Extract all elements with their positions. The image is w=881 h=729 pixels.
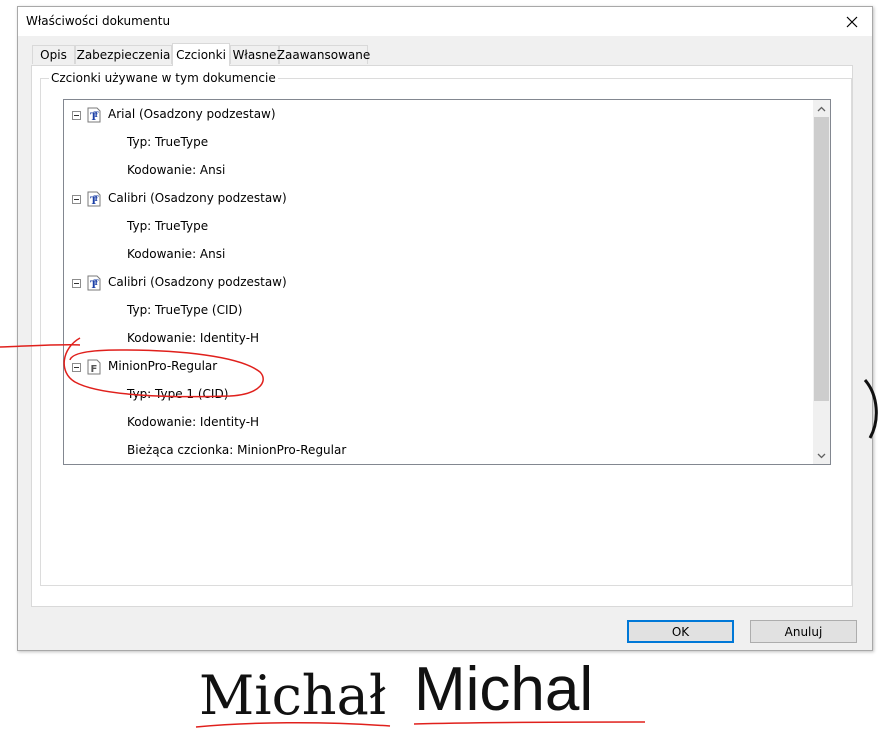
current-font-label: Bieżąca czcionka: MinionPro-Regular (127, 443, 347, 457)
scroll-down-button[interactable] (813, 447, 830, 464)
font-type-label: Typ: TrueType (127, 219, 209, 233)
svg-text:T: T (94, 194, 100, 203)
collapse-toggle[interactable] (72, 111, 81, 120)
font-encoding-label: Kodowanie: Identity-H (127, 415, 260, 429)
font-encoding-label: Kodowanie: Ansi (127, 163, 226, 177)
title-bar: Właściwości dokumentu (18, 7, 872, 36)
serif-sample-text: Michał (199, 664, 387, 727)
truetype-font-icon: T T (87, 107, 101, 123)
svg-text:T: T (94, 278, 100, 287)
cancel-button[interactable]: Anuluj (750, 620, 857, 643)
font-encoding-label: Kodowanie: Identity-H (127, 331, 260, 345)
truetype-font-icon: T T (87, 191, 101, 207)
ok-button[interactable]: OK (627, 620, 734, 643)
font-node-label[interactable]: Calibri (Osadzony podzestaw) (108, 191, 287, 205)
fonts-group-legend: Czcionki używane w tym dokumencie (49, 71, 278, 85)
tab-zaawansowane[interactable]: Zaawansowane (277, 45, 370, 64)
close-icon (846, 16, 858, 27)
tab-wlasne[interactable]: Własne (230, 45, 279, 64)
font-type-label: Typ: TrueType (127, 135, 209, 149)
svg-text:F: F (91, 364, 98, 375)
svg-text:T: T (94, 110, 100, 119)
vertical-scrollbar[interactable] (813, 100, 830, 464)
collapse-toggle[interactable] (72, 279, 81, 288)
sans-sample-text: Michal (414, 655, 594, 724)
font-type-label: Typ: TrueType (CID) (127, 303, 243, 317)
truetype-font-icon: T T (87, 275, 101, 291)
font-type-label: Typ: Type 1 (CID) (127, 387, 229, 401)
chevron-up-icon (817, 106, 826, 111)
dialog-title: Właściwości dokumentu (26, 14, 171, 28)
tab-zabezpieczenia[interactable]: Zabezpieczenia (75, 45, 172, 64)
scroll-up-button[interactable] (813, 100, 830, 117)
type1-font-icon: F (87, 359, 101, 375)
font-node-label[interactable]: Arial (Osadzony podzestaw) (108, 107, 276, 121)
font-node-label[interactable]: MinionPro-Regular (108, 359, 217, 373)
fonts-groupbox: Czcionki używane w tym dokumencie T T Ar… (40, 71, 852, 586)
document-properties-dialog: Właściwości dokumentu Opis Zabezpieczeni… (17, 6, 873, 651)
font-encoding-label: Kodowanie: Ansi (127, 247, 226, 261)
tab-czcionki[interactable]: Czcionki (172, 43, 230, 66)
fonts-tree[interactable]: T T Arial (Osadzony podzestaw) Typ: True… (63, 99, 831, 465)
chevron-down-icon (817, 453, 826, 458)
collapse-toggle[interactable] (72, 195, 81, 204)
collapse-toggle[interactable] (72, 363, 81, 372)
scroll-thumb[interactable] (814, 117, 829, 401)
close-button[interactable] (832, 7, 872, 36)
fonts-tab-panel: Czcionki używane w tym dokumencie T T Ar… (31, 65, 853, 607)
font-node-label[interactable]: Calibri (Osadzony podzestaw) (108, 275, 287, 289)
tab-opis[interactable]: Opis (32, 45, 75, 64)
